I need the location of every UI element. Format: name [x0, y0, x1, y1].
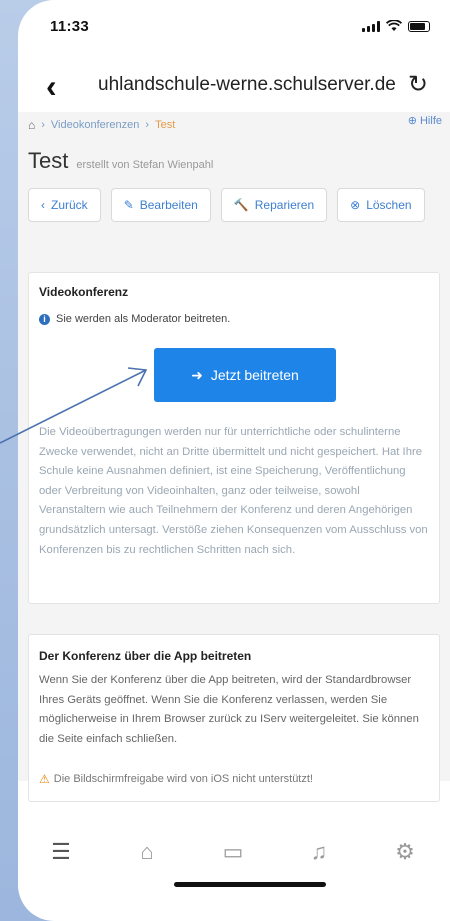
status-icons [362, 20, 430, 32]
page-content: ⌂ › Videokonferenzen › Test ⊕ Hilfe Test… [18, 112, 450, 802]
app-join-card: Der Konferenz über die App beitreten Wen… [28, 634, 440, 802]
back-button[interactable]: ‹ Zurück [28, 188, 101, 222]
menu-icon[interactable]: ☰ [18, 839, 104, 865]
help-icon: ⊕ [407, 115, 420, 127]
join-now-button[interactable]: ➜ Jetzt beitreten [154, 348, 336, 402]
browser-bar: ‹ uhlandschule-werne.schulserver.de ↻ [18, 62, 450, 116]
chevron-left-icon: ‹ [41, 198, 45, 212]
wrench-icon: 🔨 [233, 198, 249, 212]
repair-button-label: Reparieren [254, 198, 315, 212]
warning-icon: ⚠ [39, 772, 50, 786]
reload-icon[interactable]: ↻ [408, 70, 428, 99]
app-join-text: Wenn Sie der Konferenz über die App beit… [39, 674, 419, 745]
edit-button[interactable]: ✎ Bearbeiten [110, 188, 211, 222]
back-button-label: Zurück [51, 198, 88, 212]
wifi-icon [386, 20, 402, 31]
edit-icon: ✎ [123, 198, 134, 212]
disclaimer-text: Die Videoübertragungen werden nur für un… [39, 426, 428, 556]
conference-heading: Videokonferenz [39, 285, 129, 299]
breadcrumb-item-videokonferenzen[interactable]: Videokonferenzen [51, 119, 139, 131]
conference-card: Videokonferenz i Sie werden als Moderato… [28, 272, 440, 604]
action-buttons: ‹ Zurück ✎ Bearbeiten 🔨 Reparieren ⊗ Lös… [28, 188, 428, 222]
delete-button[interactable]: ⊗ Löschen [337, 188, 425, 222]
screen-share-warning: ⚠ Die Bildschirmfreigabe wird von iOS ni… [39, 772, 313, 786]
app-join-heading: Der Konferenz über die App beitreten [39, 649, 252, 663]
moderator-info: i Sie werden als Moderator beitreten. [39, 313, 230, 325]
breadcrumb-item-current: Test [155, 119, 176, 131]
help-link[interactable]: ⊕ Hilfe [408, 114, 442, 127]
back-arrow-icon[interactable]: ‹ [46, 62, 57, 110]
delete-button-label: Löschen [366, 198, 412, 212]
phone-screen: 11:33 ‹ uhlandschule-werne.schulserver.d… [18, 0, 450, 921]
battery-icon [408, 20, 430, 32]
status-bar: 11:33 [18, 0, 450, 48]
url-text[interactable]: uhlandschule-werne.schulserver.de [98, 74, 396, 96]
delete-icon: ⊗ [350, 198, 361, 212]
arrow-right-icon: ➜ [191, 366, 203, 383]
home-icon[interactable]: ⌂ [104, 839, 190, 865]
title-row: Test erstellt von Stefan Wienpahl [28, 148, 213, 174]
home-indicator [174, 882, 326, 887]
page-subtitle: erstellt von Stefan Wienpahl [76, 159, 214, 171]
edit-button-label: Bearbeiten [139, 198, 198, 212]
home-icon[interactable]: ⌂ [28, 118, 35, 132]
chat-icon[interactable]: ▭ [190, 839, 276, 865]
bell-icon[interactable]: ♫ [276, 839, 362, 865]
status-time: 11:33 [50, 18, 90, 35]
join-now-label: Jetzt beitreten [210, 367, 299, 383]
settings-icon[interactable]: ⚙ [362, 839, 448, 865]
breadcrumb: ⌂ › Videokonferenzen › Test [28, 118, 176, 132]
screen-share-warning-text: Die Bildschirmfreigabe wird von iOS nich… [53, 773, 313, 785]
signal-icon [362, 20, 380, 32]
info-icon: i [39, 313, 50, 325]
repair-button[interactable]: 🔨 Reparieren [220, 188, 328, 222]
page-title: Test [28, 148, 69, 173]
bottom-tab-bar: ☰ ⌂ ▭ ♫ ⚙ [18, 828, 450, 876]
moderator-info-text: Sie werden als Moderator beitreten. [56, 313, 231, 325]
